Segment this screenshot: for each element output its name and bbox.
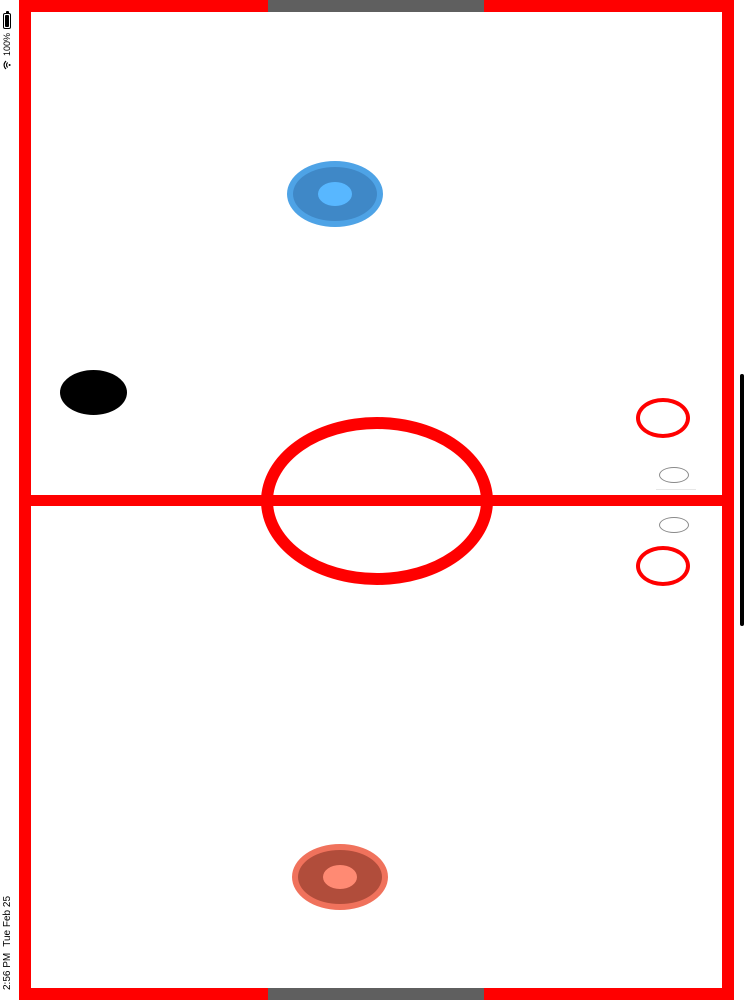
red-paddle[interactable] [292,844,388,910]
score-divider [656,489,696,490]
status-time-date: 2:56 PM Tue Feb 25 [2,896,13,990]
score-ring-bottom [636,546,690,586]
score-marker-bottom [659,517,689,533]
status-indicators: 100% [2,12,12,70]
battery-icon [3,12,11,29]
home-indicator[interactable] [740,374,744,626]
score-ring-top [636,398,690,438]
bottom-goal [268,988,484,1000]
top-goal [268,0,484,12]
blue-paddle[interactable] [287,161,383,227]
wifi-icon [3,60,11,70]
puck[interactable] [60,370,127,415]
battery-fill [5,14,9,27]
blue-paddle-core [318,182,352,206]
status-time: 2:56 PM [2,952,13,990]
red-paddle-core [323,865,357,889]
game-screen: 2:56 PM Tue Feb 25 100% [0,0,750,1000]
status-bar: 2:56 PM Tue Feb 25 100% [0,0,18,1000]
score-marker-top [659,467,689,483]
battery-percent: 100% [2,32,12,56]
status-date: Tue Feb 25 [2,895,13,947]
center-circle [261,417,493,585]
